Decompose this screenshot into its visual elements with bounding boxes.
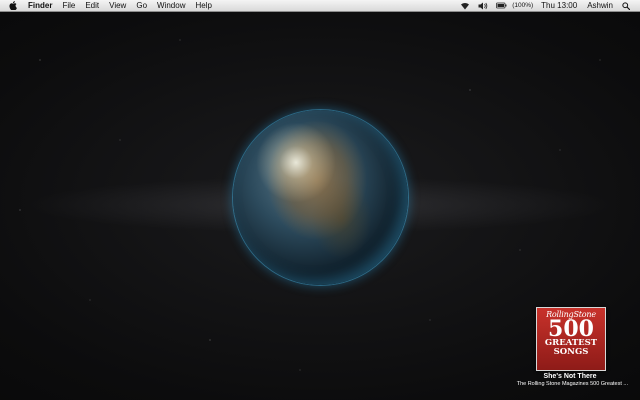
wifi-icon[interactable] (456, 0, 474, 11)
cover-line-songs: SONGS (553, 347, 589, 357)
apple-icon[interactable] (0, 1, 23, 10)
battery-percentage: (100%) (512, 2, 534, 9)
cover-number: 500 (548, 316, 594, 342)
menu-file[interactable]: File (57, 0, 80, 11)
now-playing-album: The Rolling Stone Magazines 500 Greatest… (516, 381, 628, 387)
menu-view[interactable]: View (104, 0, 131, 11)
menu-bar: Finder File Edit View Go Window Help (10… (0, 0, 640, 12)
now-playing-title: She's Not There (543, 373, 597, 380)
battery-icon[interactable] (492, 0, 511, 11)
search-icon[interactable] (618, 0, 634, 11)
earth-globe-wallpaper (233, 110, 408, 285)
album-cover[interactable]: RollingStone 500 GREATEST SONGS (536, 307, 606, 371)
menu-help[interactable]: Help (190, 0, 216, 11)
menu-window[interactable]: Window (152, 0, 190, 11)
menu-go[interactable]: Go (131, 0, 152, 11)
volume-icon[interactable] (474, 0, 492, 11)
app-menu-finder[interactable]: Finder (23, 0, 57, 11)
menu-edit[interactable]: Edit (80, 0, 104, 11)
user-menu[interactable]: Ashwin (582, 0, 618, 11)
menubar-clock[interactable]: Thu 13:00 (536, 0, 582, 11)
